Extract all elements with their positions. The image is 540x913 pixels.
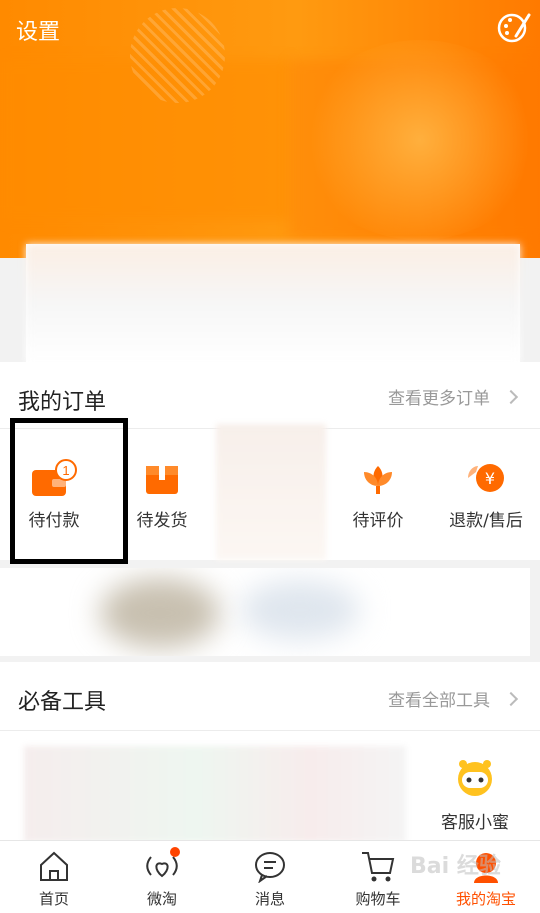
- tools-blurred: [24, 746, 406, 842]
- home-icon: [40, 851, 68, 881]
- order-label: 待发货: [136, 511, 188, 531]
- view-all-tools-label: 查看全部工具: [388, 691, 490, 711]
- tab-label: 首页: [38, 890, 69, 908]
- notification-dot: [170, 847, 180, 857]
- header-glow: [300, 40, 540, 240]
- tools-title: 必备工具: [18, 690, 107, 715]
- view-all-tools-link[interactable]: 查看全部工具: [388, 686, 519, 711]
- profile-header: 设置: [0, 0, 540, 258]
- view-more-orders-label: 查看更多订单: [388, 389, 490, 409]
- customer-service-tool[interactable]: 客服小蜜: [430, 756, 520, 833]
- orders-title: 我的订单: [18, 390, 107, 415]
- account-info-blurred: [26, 244, 520, 362]
- watermark: Bai 经验: [410, 854, 501, 879]
- tab-label: 我的淘宝: [455, 890, 516, 908]
- chevron-right-icon: [503, 691, 519, 706]
- order-item-blurred: [216, 424, 326, 560]
- tab-label: 消息: [254, 890, 285, 908]
- essential-tools-section: 必备工具 查看全部工具 客服小蜜: [0, 662, 540, 842]
- tab-label: 购物车: [355, 890, 401, 908]
- service-bot-icon: [458, 760, 492, 796]
- tab-messages[interactable]: 消息: [216, 841, 324, 913]
- customer-service-label: 客服小蜜: [441, 813, 509, 833]
- divider: [0, 730, 540, 731]
- promo-banner-blurred: [0, 568, 530, 656]
- order-refund[interactable]: ¥ 退款/售后: [432, 428, 540, 554]
- view-more-orders-link[interactable]: 查看更多订单: [388, 384, 519, 409]
- cart-icon: [362, 852, 395, 882]
- package-icon: [146, 466, 178, 494]
- order-label: 退款/售后: [449, 511, 523, 531]
- highlight-annotation: [10, 418, 128, 564]
- header-decoration: [130, 8, 225, 103]
- flower-icon: [364, 466, 392, 494]
- tab-label: 微淘: [146, 890, 177, 908]
- order-pending-review[interactable]: 待评价: [324, 428, 432, 554]
- tab-home[interactable]: 首页: [0, 841, 108, 913]
- currency-symbol: ¥: [485, 469, 495, 488]
- message-icon: [255, 852, 285, 883]
- refund-icon: ¥: [468, 464, 504, 492]
- chevron-right-icon: [503, 389, 519, 404]
- tab-weitao[interactable]: 微淘: [108, 841, 216, 913]
- settings-button[interactable]: 设置: [16, 14, 60, 46]
- palette-icon[interactable]: [496, 10, 532, 46]
- order-label: 待评价: [352, 511, 404, 531]
